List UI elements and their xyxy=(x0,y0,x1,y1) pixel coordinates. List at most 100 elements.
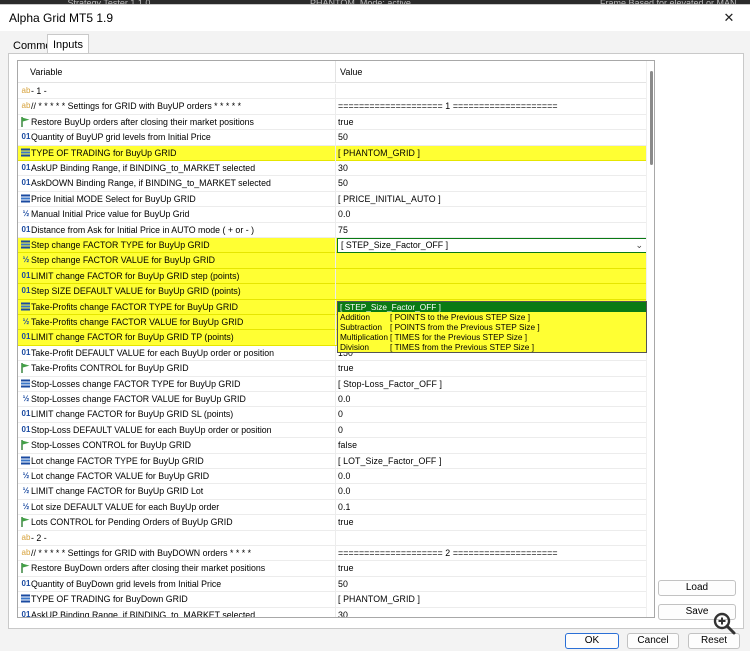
load-button[interactable]: Load xyxy=(658,580,736,596)
grid-row[interactable]: Restore BuyDown orders after closing the… xyxy=(18,561,646,577)
grid-row[interactable]: 01 AskUP Binding Range, if BINDING_to_MAR… xyxy=(18,607,646,617)
variable-value[interactable]: 0.0 xyxy=(338,208,351,221)
grid-row[interactable]: 01 Distance from Ask for Initial Price in… xyxy=(18,222,646,238)
variable-value[interactable]: 50 xyxy=(338,177,348,190)
variable-value[interactable]: ==================== 2 =================… xyxy=(338,547,558,560)
variable-value[interactable]: 0.0 xyxy=(338,485,351,498)
factor-type-combobox[interactable]: [ STEP_Size_Factor_OFF ] ⌄ xyxy=(337,238,647,253)
variable-name: Price Initial MODE Select for BuyUp GRID xyxy=(31,193,196,204)
variable-value[interactable]: 0 xyxy=(338,408,343,421)
grid-row[interactable]: Stop-Losses CONTROL for BuyUp GRID false xyxy=(18,438,646,454)
variable-value[interactable]: [ Stop-Loss_Factor_OFF ] xyxy=(338,378,442,391)
grid-row[interactable]: Lots CONTROL for Pending Orders of BuyUp… xyxy=(18,515,646,531)
grid-row[interactable]: TYPE OF TRADING for BuyDown GRID [ PHANTO… xyxy=(18,592,646,608)
ok-button[interactable]: OK xyxy=(565,633,619,649)
dropdown-option[interactable]: Addition [ POINTS to the Previous STEP Si… xyxy=(338,312,646,322)
variable-value[interactable]: true xyxy=(338,562,354,575)
variable-value[interactable]: [ PRICE_INITIAL_AUTO ] xyxy=(338,193,441,206)
variable-value[interactable]: true xyxy=(338,516,354,529)
variable-value[interactable]: ==================== 1 =================… xyxy=(338,100,558,113)
tab-inputs[interactable]: Inputs xyxy=(47,34,89,55)
cancel-button[interactable]: Cancel xyxy=(627,633,679,649)
column-separator xyxy=(335,469,336,484)
option-name: Addition xyxy=(340,312,370,322)
variable-value[interactable]: [ PHANTOM_GRID ] xyxy=(338,147,420,160)
option-description: [ POINTS from the Previous STEP Size ] xyxy=(390,322,540,332)
column-separator xyxy=(335,376,336,392)
scrollbar-thumb[interactable] xyxy=(650,71,653,165)
variable-value[interactable]: 0.0 xyxy=(338,470,351,483)
grid-row[interactable]: Price Initial MODE Select for BuyUp GRID… xyxy=(18,191,646,208)
close-button[interactable]: ✕ xyxy=(708,5,750,31)
column-separator xyxy=(335,592,336,608)
variable-value[interactable]: 30 xyxy=(338,609,348,617)
column-header-value[interactable]: Value xyxy=(340,67,362,77)
grid-row[interactable]: ½ LIMIT change FACTOR for BuyUp GRID Lot 0… xyxy=(18,484,646,500)
grid-row[interactable]: Restore BuyUp orders after closing their… xyxy=(18,114,646,131)
factor-type-dropdown-list[interactable]: [ STEP_Size_Factor_OFF ] Addition [ POINTS… xyxy=(337,301,647,353)
variable-name: Distance from Ask for Initial Price in A… xyxy=(31,224,255,235)
column-separator xyxy=(335,176,336,192)
variable-value[interactable]: 30 xyxy=(338,162,348,175)
grid-row[interactable]: Step change FACTOR TYPE for BuyUp GRID [ … xyxy=(18,238,647,254)
variable-value[interactable]: 75 xyxy=(338,224,348,237)
variable-value[interactable]: [ PHANTOM_GRID ] xyxy=(338,593,420,606)
grid-row[interactable]: ab - 2 - xyxy=(18,530,646,546)
variable-value[interactable]: false xyxy=(338,439,357,452)
grid-row[interactable]: 01 Step SIZE DEFAULT VALUE for BuyUp GRID… xyxy=(18,284,646,300)
variable-value[interactable]: 0.0 xyxy=(338,393,351,406)
variable-value[interactable]: 0 xyxy=(338,424,343,437)
column-separator xyxy=(335,315,336,330)
grid-row[interactable]: Stop-Losses change FACTOR TYPE for BuyUp… xyxy=(18,376,646,392)
variable-value[interactable]: true xyxy=(338,116,354,129)
grid-row[interactable]: ½ Step change FACTOR VALUE for BuyUp GRID xyxy=(18,253,646,269)
grid-row[interactable]: 01 AskDOWN Binding Range, if BINDING_to_M… xyxy=(18,176,646,192)
dropdown-option[interactable]: Multiplication[ TIMES for the Previous S… xyxy=(338,332,646,342)
grid-row[interactable]: TYPE OF TRADING for BuyUp GRID [ PHANTOM_… xyxy=(18,145,646,161)
grid-row[interactable]: Lot change FACTOR TYPE for BuyUp GRID [ L… xyxy=(18,453,646,469)
variable-name: Step change FACTOR VALUE for BuyUp GRID xyxy=(31,255,215,266)
chevron-down-icon[interactable]: ⌄ xyxy=(635,240,643,251)
variable-value[interactable]: [ LOT_Size_Factor_OFF ] xyxy=(338,455,442,468)
grid-row[interactable]: ab// * * * * * Settings for GRID with Bu… xyxy=(18,99,646,115)
grid-row[interactable]: ½ Lot size DEFAULT VALUE for each BuyUp o… xyxy=(18,499,646,516)
grid-row[interactable]: ½ Manual Initial Price value for BuyUp Gr… xyxy=(18,207,646,223)
properties-dialog: Alpha Grid MT5 1.9 ✕ Common Inputs Varia… xyxy=(0,4,750,651)
column-separator xyxy=(335,515,336,531)
grid-row[interactable]: ab - 1 - xyxy=(18,84,646,100)
variable-name: Lot change FACTOR TYPE for BuyUp GRID xyxy=(31,455,204,466)
variable-name: Step change FACTOR TYPE for BuyUp GRID xyxy=(31,240,210,250)
grid-row[interactable]: 01 LIMIT change FACTOR for BuyUp GRID ste… xyxy=(18,268,646,285)
zoom-in-icon[interactable] xyxy=(711,610,737,636)
grid-row[interactable]: ab// * * * * * Settings for GRID with Bu… xyxy=(18,546,646,562)
grid-row[interactable]: ½ Stop-Losses change FACTOR VALUE for Buy… xyxy=(18,392,646,408)
column-separator xyxy=(335,607,336,617)
grid-row[interactable]: 01 Quantity of BuyUP grid levels from Ini… xyxy=(18,130,646,146)
column-divider[interactable] xyxy=(335,61,336,83)
column-header-variable[interactable]: Variable xyxy=(30,67,62,77)
title-bar[interactable]: Alpha Grid MT5 1.9 ✕ xyxy=(0,5,750,31)
column-separator xyxy=(335,284,336,300)
dropdown-option[interactable]: [ STEP_Size_Factor_OFF ] xyxy=(338,302,646,312)
column-separator xyxy=(335,130,336,146)
grid-row[interactable]: 01 AskUP Binding Range, if BINDING_to_MAR… xyxy=(18,161,646,177)
column-separator xyxy=(335,268,336,284)
column-separator xyxy=(335,222,336,238)
option-name: Multiplication xyxy=(340,332,388,342)
dropdown-option[interactable]: Subtraction [ POINTS from the Previous ST… xyxy=(338,322,646,332)
variable-value[interactable]: 50 xyxy=(338,131,348,144)
variable-name: Quantity of BuyDown grid levels from Ini… xyxy=(31,578,222,589)
column-separator xyxy=(335,361,336,377)
variable-value[interactable]: 50 xyxy=(338,578,348,591)
dropdown-option[interactable]: Division [ TIMES from the Previous STEP S… xyxy=(338,342,646,352)
variable-value[interactable]: true xyxy=(338,362,354,375)
grid-row[interactable]: 01 LIMIT change FACTOR for BuyUp GRID SL … xyxy=(18,407,646,423)
grid-row[interactable]: Take-Profits CONTROL for BuyUp GRID true xyxy=(18,361,646,377)
variable-name: // * * * * * Settings for GRID with BuyD… xyxy=(31,548,251,558)
grid-row[interactable]: 01 Quantity of BuyDown grid levels from I… xyxy=(18,576,646,593)
vertical-scrollbar[interactable] xyxy=(646,61,654,617)
option-name: [ STEP_Size_Factor_OFF ] xyxy=(340,302,441,312)
variable-value[interactable]: 0.1 xyxy=(338,501,351,514)
grid-row[interactable]: 01 Stop-Loss DEFAULT VALUE for each BuyUp… xyxy=(18,422,646,439)
grid-row[interactable]: ½ Lot change FACTOR VALUE for BuyUp GRID 0… xyxy=(18,469,646,485)
